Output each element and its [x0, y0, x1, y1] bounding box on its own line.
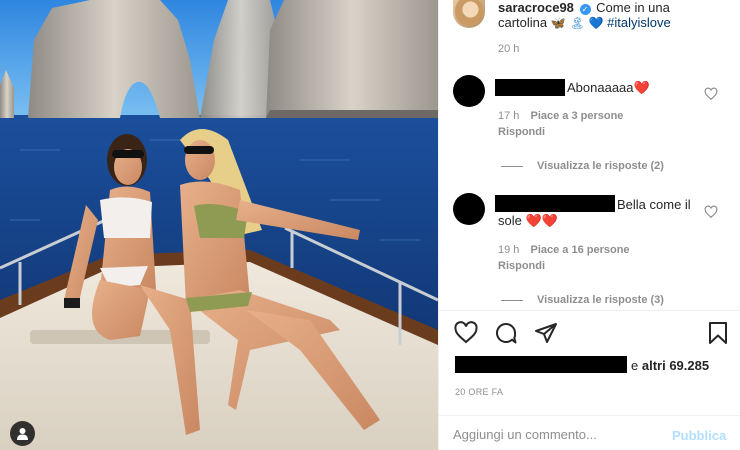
- add-comment-bar: Pubblica: [439, 415, 740, 450]
- post-photo[interactable]: [0, 0, 438, 450]
- comment-likes[interactable]: Piace a 3 persone: [530, 110, 623, 122]
- commenter-avatar[interactable]: [453, 193, 485, 225]
- comment-text-line1: Bella come il: [617, 197, 691, 212]
- comment-time[interactable]: 19 h: [498, 244, 519, 256]
- post-side-panel: saracroce98 ✓ Come in una cartolina 🦋 🏝 …: [438, 0, 740, 450]
- caption-line2: cartolina: [498, 15, 548, 30]
- heart-icon[interactable]: [454, 321, 478, 345]
- comment-body: Abonaaaaa: [567, 80, 634, 95]
- user-icon: [17, 428, 28, 440]
- redacted-username: [495, 79, 565, 96]
- post-actions-section: e altri 69.285 20 ORE FA Pubblica: [439, 310, 740, 450]
- view-replies-label: Visualizza le risposte (2): [537, 160, 664, 172]
- author-username[interactable]: saracroce98: [498, 0, 574, 15]
- comment-input[interactable]: [453, 427, 653, 442]
- likes-count[interactable]: altri 69.285: [642, 358, 709, 373]
- comment-icon[interactable]: [494, 321, 518, 345]
- commenter-avatar[interactable]: [453, 75, 485, 107]
- caption-hashtag[interactable]: #italyislove: [607, 15, 671, 30]
- comment-time[interactable]: 17 h: [498, 110, 519, 122]
- verified-badge-icon: ✓: [579, 4, 591, 15]
- view-replies-line: [501, 299, 523, 301]
- publish-button[interactable]: Pubblica: [672, 428, 726, 443]
- comment-text: Abonaaaaa❤️: [567, 79, 650, 97]
- comment-meta: 17 h Piace a 3 persone: [498, 110, 623, 122]
- share-icon[interactable]: [534, 321, 558, 345]
- redacted-liker: [455, 356, 627, 373]
- caption-emojis: 🦋 🏝 💙: [550, 16, 604, 30]
- comment-like-heart-icon[interactable]: [704, 87, 718, 101]
- view-replies-button[interactable]: Visualizza le risposte (3): [501, 294, 664, 306]
- post-caption: saracroce98 ✓ Come in una cartolina 🦋 🏝 …: [439, 0, 740, 62]
- reply-button[interactable]: Rispondi: [498, 260, 545, 272]
- heart-emoji: ❤️: [633, 81, 650, 96]
- post-date[interactable]: 20 ORE FA: [455, 387, 503, 397]
- bookmark-icon[interactable]: [706, 321, 730, 345]
- comment-body: sole: [498, 213, 522, 228]
- heart-emoji: ❤️❤️: [525, 214, 558, 229]
- comment-likes[interactable]: Piace a 16 persone: [530, 244, 629, 256]
- reply-button[interactable]: Rispondi: [498, 126, 545, 138]
- comment-meta: 19 h Piace a 16 persone: [498, 244, 630, 256]
- likes-connector: e: [631, 358, 639, 373]
- view-replies-button[interactable]: Visualizza le risposte (2): [501, 160, 664, 172]
- view-replies-line: [501, 165, 523, 167]
- photo-illustration: [0, 0, 438, 450]
- view-replies-label: Visualizza le risposte (3): [537, 294, 664, 306]
- comment-like-heart-icon[interactable]: [704, 205, 718, 219]
- caption-time[interactable]: 20 h: [498, 43, 519, 55]
- tagged-users-button[interactable]: [10, 421, 35, 446]
- comment-text-line2: sole ❤️❤️: [498, 212, 558, 230]
- author-avatar[interactable]: [453, 0, 485, 28]
- likes-summary[interactable]: e altri 69.285: [631, 358, 709, 373]
- caption-line1: Come in una: [596, 0, 670, 15]
- redacted-username: [495, 195, 615, 212]
- caption-text: saracroce98 ✓ Come in una cartolina 🦋 🏝 …: [498, 0, 730, 31]
